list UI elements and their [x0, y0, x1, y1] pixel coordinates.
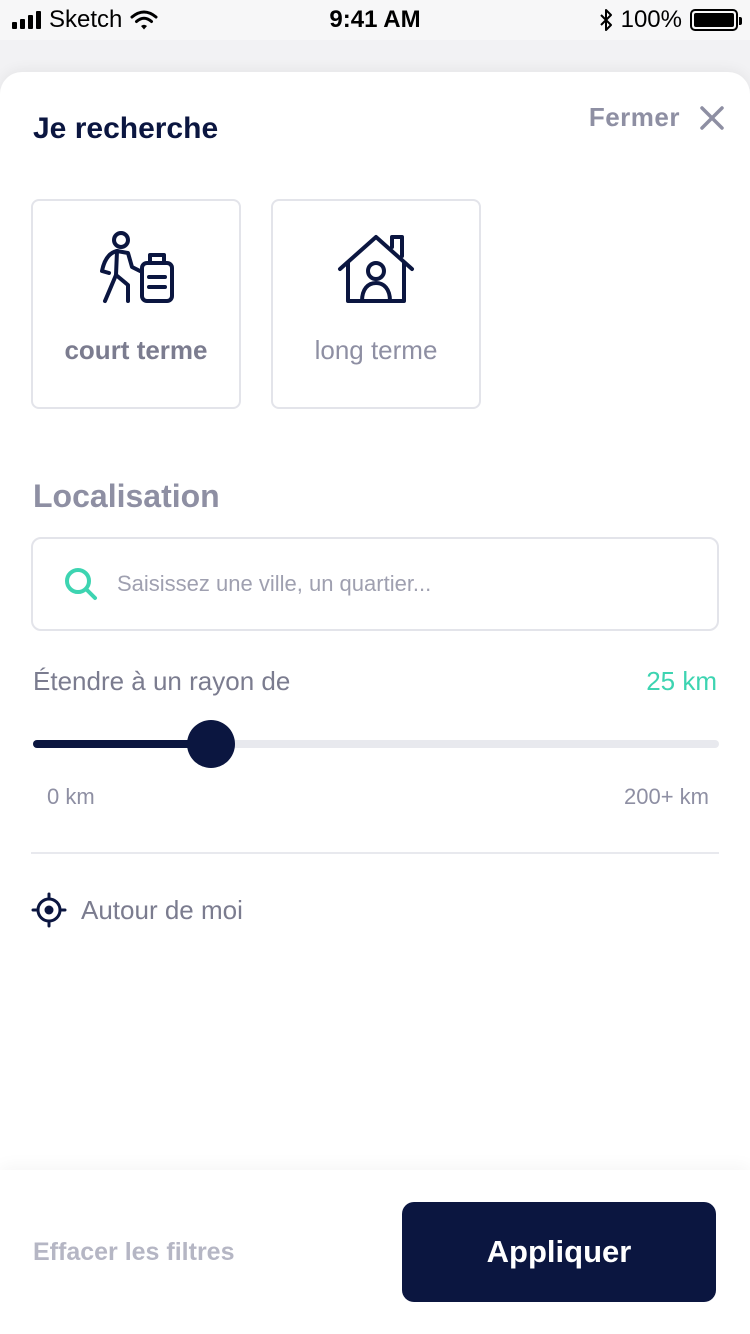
radius-value: 25 km	[646, 666, 717, 696]
status-right: 100%	[599, 6, 742, 34]
clear-filters-button[interactable]: Effacer les filtres	[33, 1238, 235, 1267]
location-search-input[interactable]	[117, 571, 677, 597]
option-label: court terme	[64, 335, 208, 365]
option-long-terme[interactable]: long terme	[271, 199, 481, 409]
bluetooth-icon	[599, 9, 612, 31]
radius-slider[interactable]	[33, 718, 719, 770]
location-search-field[interactable]	[31, 537, 719, 631]
slider-thumb[interactable]	[187, 720, 236, 768]
search-icon	[65, 568, 97, 600]
crosshair-target-icon	[31, 892, 67, 928]
location-section-title: Localisation	[33, 478, 220, 514]
footer-bar: Effacer les filtres Appliquer	[0, 1170, 750, 1334]
carrier-name: Sketch	[49, 6, 123, 33]
signal-icon	[12, 11, 41, 29]
status-left: Sketch	[12, 6, 158, 34]
divider	[31, 852, 719, 854]
status-bar: Sketch 9:41 AM 100%	[0, 0, 750, 40]
around-me-label: Autour de moi	[81, 894, 243, 925]
filter-sheet: Je recherche Fermer court terme long ter…	[0, 72, 750, 1334]
slider-fill	[33, 740, 212, 748]
slider-min-label: 0 km	[47, 784, 95, 809]
apply-button[interactable]: Appliquer	[402, 1202, 716, 1302]
slider-max-label: 200+ km	[624, 784, 709, 809]
option-court-terme[interactable]: court terme	[31, 199, 241, 409]
wifi-icon	[130, 10, 158, 30]
close-icon	[700, 105, 724, 130]
page-title: Je recherche	[33, 112, 219, 145]
radius-label: Étendre à un rayon de	[33, 666, 291, 696]
house-person-icon	[338, 235, 414, 303]
close-label: Fermer	[588, 102, 680, 132]
battery-percent: 100%	[620, 6, 682, 33]
traveler-luggage-icon	[100, 231, 174, 303]
close-button[interactable]: Fermer	[589, 102, 726, 133]
battery-icon	[690, 9, 742, 31]
around-me-button[interactable]: Autour de moi	[31, 892, 243, 928]
option-label: long terme	[314, 335, 438, 365]
